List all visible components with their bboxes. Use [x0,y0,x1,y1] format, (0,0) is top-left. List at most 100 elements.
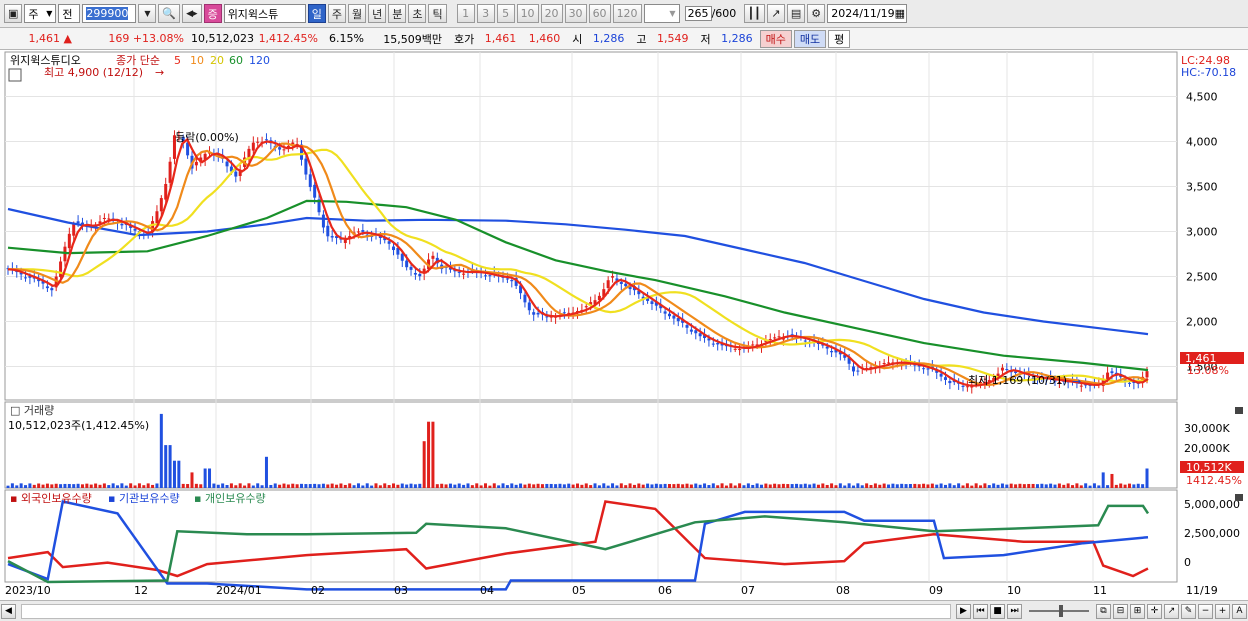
volume-bar [611,483,615,488]
period-day-button[interactable]: 일 [307,4,326,23]
volume-bar [365,483,369,488]
interval-10-button[interactable]: 10 [516,4,539,23]
volume-bar [418,483,422,488]
volume-bar [615,485,619,488]
scroll-track[interactable] [21,603,951,619]
volume-bar [488,485,492,488]
interval-60-button[interactable]: 60 [588,4,611,23]
candle-body [308,174,312,188]
x-tick-label: 04 [480,584,494,597]
volume-bar [107,485,111,488]
play-forward-button[interactable]: ⏭ [1007,603,1022,619]
volume-bar [830,483,834,488]
current-volume-label: 10,512K [1186,461,1232,474]
stock-name-field[interactable]: 위지윅스튜 [223,4,306,23]
price-y-tick: 3,000 [1186,226,1218,239]
volume-bar [405,484,409,488]
volume-bar [659,484,663,488]
crosshair-icon[interactable]: ✛ [1147,603,1162,619]
stop-button[interactable]: ■ [990,603,1005,619]
save-icon[interactable]: ▤ [786,4,806,23]
x-tick-label: 11/19 [1186,584,1218,597]
volume-bar [133,485,137,488]
interval-1-button[interactable]: 1 [456,4,475,23]
market-select[interactable]: 주 ▼ [24,4,57,23]
period-minute-button[interactable]: 분 [388,4,407,23]
date-input[interactable]: 2024/11/19 ▦ [827,4,908,23]
volume-bar [59,484,63,488]
volume-bar [321,483,325,488]
volume-bar [142,485,146,488]
period-year-button[interactable]: 년 [368,4,387,23]
play-back-button[interactable]: ⏮ [973,603,988,619]
count-input[interactable]: 265/600 [682,4,742,23]
volume-panel-close-icon[interactable] [1235,407,1243,414]
candle-body [922,368,926,370]
volume-bar [1088,485,1092,488]
volume-bar [151,484,155,488]
interval-5-button[interactable]: 5 [496,4,515,23]
interval-30-button[interactable]: 30 [564,4,587,23]
window-menu-icon[interactable]: ▣ [4,4,23,23]
evaluate-button[interactable]: 평 [828,29,851,48]
ma20-label: 20 [210,54,224,67]
scroll-left-button[interactable]: ◀ [1,603,16,619]
trend-icon[interactable]: ↗ [1164,603,1179,619]
period-tick-button[interactable]: 틱 [428,4,447,23]
x-tick-label: 06 [658,584,672,597]
zoom-in-icon[interactable]: + [1215,603,1230,619]
search-icon[interactable]: 🔍 [158,4,181,23]
volume-bar [19,483,23,488]
volume-bar [694,483,698,488]
candle-type-icon[interactable]: ┃┃ [743,4,765,23]
interval-120-button[interactable]: 120 [612,4,642,23]
speaker-icon[interactable]: ◀▸ [182,4,202,23]
volume-bar [50,484,54,488]
volume-bar [409,483,413,488]
scope-select[interactable]: 전 [58,4,81,23]
volume-bar [1062,484,1066,488]
buy-button[interactable]: 매수 [759,29,792,48]
period-month-button[interactable]: 월 [347,4,367,23]
volume-bar [755,483,759,488]
volume-bar [891,483,895,488]
layout-icon[interactable]: ⧉ [1096,603,1111,619]
compare-icon[interactable]: ⊞ [1130,603,1145,619]
volume-bar [965,483,969,488]
drawing-tools-icon[interactable]: ↗ [766,4,785,23]
sell-button[interactable]: 매도 [793,29,827,48]
volume-bar [733,485,737,488]
volume-bar [970,485,974,488]
scroll-right-button[interactable]: ▶ [956,603,971,619]
quote-change: 169 +13.08% [108,32,184,45]
volume-bar [562,484,566,488]
period-week-button[interactable]: 주 [327,4,346,23]
volume-bar [492,483,496,488]
chart-scrollbar[interactable]: ◀ ▶ ⏮ ■ ⏭ ⧉ ⊟ ⊞ ✛ ↗ ✎ − + A [0,600,1248,621]
draw-icon[interactable]: ✎ [1181,603,1196,619]
candle-body [523,294,527,303]
candle-body [72,224,76,236]
quote-low-label: 저 [700,32,711,46]
interval-3-button[interactable]: 3 [476,4,495,23]
stock-chart[interactable]: 위지윅스튜디오 종가 단순 5 10 20 60 120 최고 4,900 (1… [0,50,1248,600]
holdings-panel-close-icon[interactable] [1235,494,1243,501]
interval-20-button[interactable]: 20 [540,4,563,23]
zoom-out-icon[interactable]: − [1198,603,1213,619]
stock-code-input[interactable]: 299900 [82,4,137,23]
candle-body [948,381,952,384]
calendar-icon: ▦ [894,7,906,20]
calculator-icon[interactable] [8,68,22,82]
volume-bar [124,485,128,488]
period-second-button[interactable]: 초 [408,4,427,23]
gear-icon[interactable]: ⚙ [807,4,826,23]
volume-bar [558,483,562,488]
zoom-slider[interactable] [1029,605,1089,617]
volume-bar [606,485,610,488]
split-icon[interactable]: ⊟ [1113,603,1128,619]
custom-interval-select[interactable]: ▼ [643,4,680,23]
code-dropdown-button[interactable]: ▼ [138,4,157,23]
volume-bar [768,484,772,488]
volume-bar [930,483,934,488]
auto-fit-icon[interactable]: A [1232,603,1247,619]
